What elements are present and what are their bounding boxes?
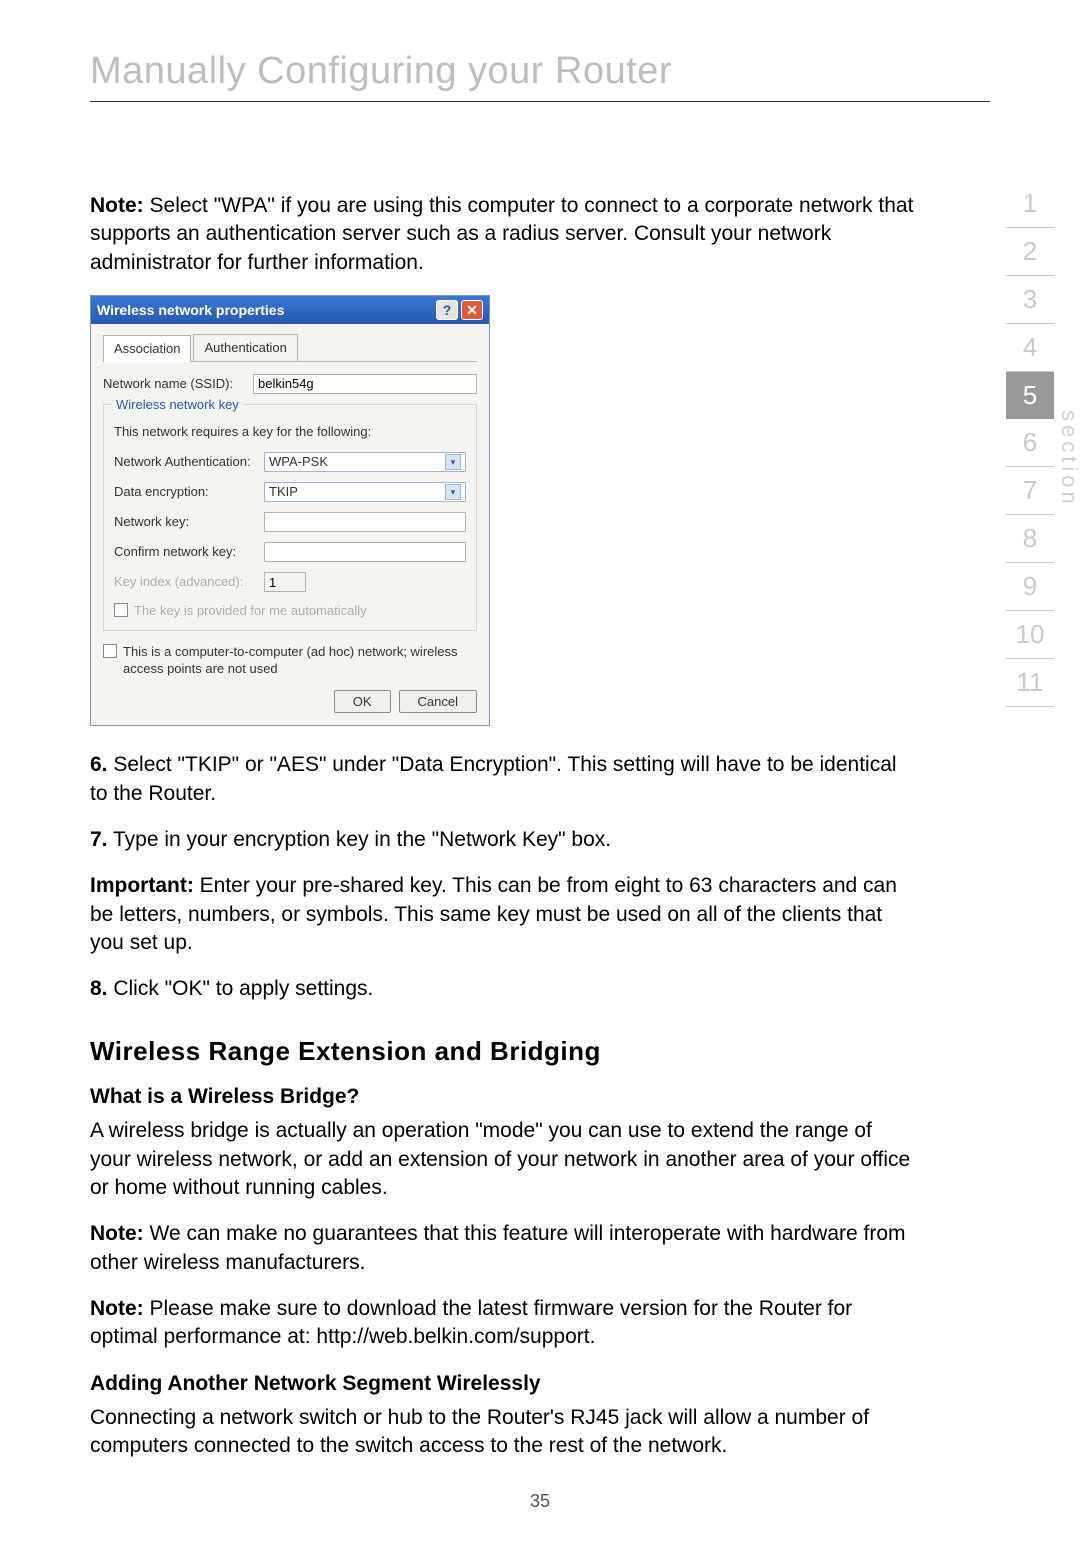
step-num: 7. — [90, 828, 108, 851]
dialog-titlebar: Wireless network properties ? ✕ — [91, 296, 489, 324]
help-icon[interactable]: ? — [436, 300, 458, 320]
dialog-tabs: Association Authentication — [103, 334, 477, 362]
nav-11[interactable]: 11 — [1006, 659, 1054, 707]
page-title: Manually Configuring your Router — [90, 50, 990, 102]
subhead-segment: Adding Another Network Segment Wirelessl… — [90, 1370, 915, 1398]
heading-wireless-range: Wireless Range Extension and Bridging — [90, 1034, 915, 1069]
ssid-input[interactable] — [253, 374, 477, 394]
netkey-input[interactable] — [264, 512, 466, 532]
dataenc-value: TKIP — [269, 483, 298, 501]
step-text: Click "OK" to apply settings. — [108, 977, 374, 1000]
note-label: Note: — [90, 1222, 144, 1245]
section-nav: 1 2 3 4 5 6 7 8 9 10 11 section — [1006, 180, 1054, 707]
important-label: Important: — [90, 874, 194, 897]
section-label: section — [1056, 410, 1080, 508]
dialog-title: Wireless network properties — [97, 301, 284, 320]
netkey-label: Network key: — [114, 513, 264, 531]
adhoc-label: This is a computer-to-computer (ad hoc) … — [123, 643, 477, 678]
note-label: Note: — [90, 194, 144, 217]
note-firmware: Note: Please make sure to download the l… — [90, 1295, 915, 1352]
dataenc-label: Data encryption: — [114, 483, 264, 501]
netauth-select[interactable]: WPA-PSK ▾ — [264, 452, 466, 472]
close-icon[interactable]: ✕ — [461, 300, 483, 320]
netauth-value: WPA-PSK — [269, 453, 328, 471]
nav-5[interactable]: 5 — [1006, 372, 1054, 419]
note-text: We can make no guarantees that this feat… — [90, 1222, 906, 1273]
step-6: 6. Select "TKIP" or "AES" under "Data En… — [90, 751, 915, 808]
fieldset-legend: Wireless network key — [112, 396, 243, 414]
page-number: 35 — [0, 1491, 1080, 1512]
nav-6[interactable]: 6 — [1006, 419, 1054, 467]
ssid-label: Network name (SSID): — [103, 375, 253, 393]
step-num: 8. — [90, 977, 108, 1000]
nav-7[interactable]: 7 — [1006, 467, 1054, 515]
note-paragraph: Note: Select "WPA" if you are using this… — [90, 192, 915, 277]
note-text: Select "WPA" if you are using this compu… — [90, 194, 913, 274]
segment-text: Connecting a network switch or hub to th… — [90, 1404, 915, 1461]
important-text: Enter your pre-shared key. This can be f… — [90, 874, 897, 954]
chevron-down-icon: ▾ — [445, 484, 461, 500]
autokey-checkbox — [114, 603, 128, 617]
dataenc-select[interactable]: TKIP ▾ — [264, 482, 466, 502]
step-7: 7. Type in your encryption key in the "N… — [90, 826, 915, 854]
tab-authentication[interactable]: Authentication — [193, 334, 297, 361]
bridge-text: A wireless bridge is actually an operati… — [90, 1117, 915, 1202]
netauth-label: Network Authentication: — [114, 453, 264, 471]
step-text: Type in your encryption key in the "Netw… — [108, 828, 612, 851]
note-text: Please make sure to download the latest … — [90, 1297, 852, 1348]
fieldset-info: This network requires a key for the foll… — [114, 423, 466, 441]
nav-1[interactable]: 1 — [1006, 180, 1054, 228]
nav-4[interactable]: 4 — [1006, 324, 1054, 372]
chevron-down-icon: ▾ — [445, 454, 461, 470]
important-paragraph: Important: Enter your pre-shared key. Th… — [90, 872, 915, 957]
adhoc-checkbox[interactable] — [103, 644, 117, 658]
nav-8[interactable]: 8 — [1006, 515, 1054, 563]
cancel-button[interactable]: Cancel — [399, 690, 477, 714]
keyindex-label: Key index (advanced): — [114, 573, 264, 591]
nav-10[interactable]: 10 — [1006, 611, 1054, 659]
tab-association[interactable]: Association — [103, 335, 191, 362]
nav-9[interactable]: 9 — [1006, 563, 1054, 611]
wireless-properties-dialog: Wireless network properties ? ✕ Associat… — [90, 295, 490, 726]
note-interop: Note: We can make no guarantees that thi… — [90, 1220, 915, 1277]
nav-3[interactable]: 3 — [1006, 276, 1054, 324]
keyindex-input — [264, 572, 306, 592]
wireless-key-fieldset: Wireless network key This network requir… — [103, 404, 477, 631]
ok-button[interactable]: OK — [334, 690, 391, 714]
note-label: Note: — [90, 1297, 144, 1320]
confkey-input[interactable] — [264, 542, 466, 562]
autokey-label: The key is provided for me automatically — [134, 602, 367, 620]
step-num: 6. — [90, 753, 108, 776]
confkey-label: Confirm network key: — [114, 543, 264, 561]
subhead-bridge: What is a Wireless Bridge? — [90, 1083, 915, 1111]
step-text: Select "TKIP" or "AES" under "Data Encry… — [90, 753, 897, 804]
step-8: 8. Click "OK" to apply settings. — [90, 975, 915, 1003]
nav-2[interactable]: 2 — [1006, 228, 1054, 276]
